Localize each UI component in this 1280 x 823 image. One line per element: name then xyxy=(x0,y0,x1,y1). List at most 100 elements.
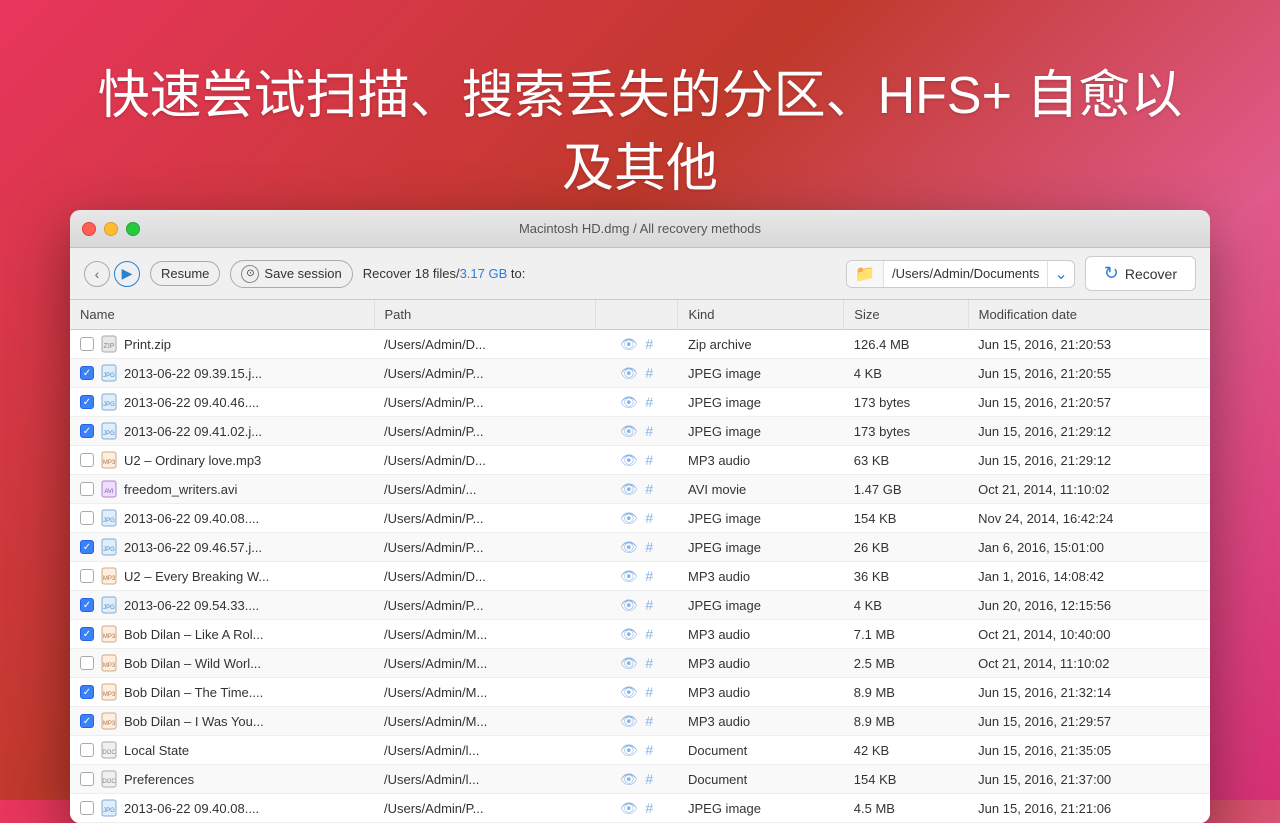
hash-icon[interactable]: # xyxy=(645,655,653,671)
cell-date: Oct 21, 2014, 11:10:02 xyxy=(968,649,1210,678)
preview-icon[interactable]: 👁 xyxy=(620,597,638,613)
row-checkbox[interactable] xyxy=(80,337,94,351)
row-checkbox[interactable]: ✓ xyxy=(80,366,94,380)
table-row: DOC Preferences /Users/Admin/l... 👁 # Do… xyxy=(70,765,1210,794)
file-name: 2013-06-22 09.40.08.... xyxy=(124,511,259,526)
preview-icon[interactable]: 👁 xyxy=(620,713,638,729)
preview-icon[interactable]: 👁 xyxy=(620,510,638,526)
hash-icon[interactable]: # xyxy=(645,423,653,439)
hash-icon[interactable]: # xyxy=(645,452,653,468)
save-session-button[interactable]: ⊙ Save session xyxy=(230,260,352,288)
preview-icon[interactable]: 👁 xyxy=(620,423,638,439)
preview-icon[interactable]: 👁 xyxy=(620,626,638,642)
cell-date: Jun 15, 2016, 21:29:12 xyxy=(968,446,1210,475)
preview-icon[interactable]: 👁 xyxy=(620,684,638,700)
close-button[interactable] xyxy=(82,222,96,236)
cell-kind: MP3 audio xyxy=(678,707,844,736)
back-button[interactable]: ‹ xyxy=(84,261,110,287)
hash-icon[interactable]: # xyxy=(645,510,653,526)
save-label: Save session xyxy=(264,266,341,281)
row-checkbox[interactable]: ✓ xyxy=(80,598,94,612)
file-name: Bob Dilan – Like A Rol... xyxy=(124,627,263,642)
recover-button[interactable]: ↻ Recover xyxy=(1085,256,1196,291)
cell-kind: MP3 audio xyxy=(678,562,844,591)
row-checkbox[interactable]: ✓ xyxy=(80,540,94,554)
cell-name: ✓ MP3 Bob Dilan – The Time.... xyxy=(70,678,374,707)
row-checkbox[interactable]: ✓ xyxy=(80,685,94,699)
hash-icon[interactable]: # xyxy=(645,481,653,497)
file-name: U2 – Ordinary love.mp3 xyxy=(124,453,261,468)
table-row: ✓ JPG 2013-06-22 09.39.15.j... /Users/Ad… xyxy=(70,359,1210,388)
hash-icon[interactable]: # xyxy=(645,800,653,816)
row-checkbox[interactable] xyxy=(80,482,94,496)
hash-icon[interactable]: # xyxy=(645,626,653,642)
row-checkbox[interactable]: ✓ xyxy=(80,424,94,438)
minimize-button[interactable] xyxy=(104,222,118,236)
cell-size: 4 KB xyxy=(844,591,968,620)
cell-path: /Users/Admin/D... xyxy=(374,562,595,591)
path-dropdown-button[interactable]: ⌄ xyxy=(1047,261,1073,287)
hash-icon[interactable]: # xyxy=(645,742,653,758)
cell-kind: Document xyxy=(678,765,844,794)
cell-size: 36 KB xyxy=(844,562,968,591)
maximize-button[interactable] xyxy=(126,222,140,236)
cell-date: Jan 1, 2016, 14:08:42 xyxy=(968,562,1210,591)
hash-icon[interactable]: # xyxy=(645,771,653,787)
preview-icon[interactable]: 👁 xyxy=(620,568,638,584)
preview-icon[interactable]: 👁 xyxy=(620,742,638,758)
cell-date: Nov 24, 2014, 16:42:24 xyxy=(968,504,1210,533)
row-checkbox[interactable]: ✓ xyxy=(80,714,94,728)
cell-path: /Users/Admin/M... xyxy=(374,707,595,736)
cell-date: Jun 20, 2016, 12:15:56 xyxy=(968,591,1210,620)
hash-icon[interactable]: # xyxy=(645,684,653,700)
hash-icon[interactable]: # xyxy=(645,568,653,584)
preview-icon[interactable]: 👁 xyxy=(620,452,638,468)
row-checkbox[interactable]: ✓ xyxy=(80,395,94,409)
cell-actions: 👁 # xyxy=(595,649,678,678)
resume-button[interactable]: Resume xyxy=(150,261,220,286)
cell-name: JPG 2013-06-22 09.40.08.... xyxy=(70,504,374,533)
preview-icon[interactable]: 👁 xyxy=(620,394,638,410)
row-checkbox[interactable] xyxy=(80,656,94,670)
file-name: 2013-06-22 09.39.15.j... xyxy=(124,366,262,381)
row-checkbox[interactable] xyxy=(80,801,94,815)
play-button[interactable]: ▶ xyxy=(114,261,140,287)
cell-path: /Users/Admin/... xyxy=(374,475,595,504)
preview-icon[interactable]: 👁 xyxy=(620,539,638,555)
file-table-body: ZIP Print.zip /Users/Admin/D... 👁 # Zip … xyxy=(70,330,1210,823)
preview-icon[interactable]: 👁 xyxy=(620,771,638,787)
cell-kind: JPEG image xyxy=(678,504,844,533)
cell-actions: 👁 # xyxy=(595,330,678,359)
cell-date: Oct 21, 2014, 10:40:00 xyxy=(968,620,1210,649)
preview-icon[interactable]: 👁 xyxy=(620,365,638,381)
cell-size: 8.9 MB xyxy=(844,707,968,736)
cell-kind: Zip archive xyxy=(678,330,844,359)
preview-icon[interactable]: 👁 xyxy=(620,800,638,816)
table-row: ✓ MP3 Bob Dilan – Like A Rol... /Users/A… xyxy=(70,620,1210,649)
cell-path: /Users/Admin/M... xyxy=(374,649,595,678)
row-checkbox[interactable] xyxy=(80,453,94,467)
hash-icon[interactable]: # xyxy=(645,394,653,410)
hash-icon[interactable]: # xyxy=(645,597,653,613)
svg-text:MP3: MP3 xyxy=(103,663,116,669)
file-name: Bob Dilan – I Was You... xyxy=(124,714,264,729)
cell-path: /Users/Admin/P... xyxy=(374,533,595,562)
preview-icon[interactable]: 👁 xyxy=(620,481,638,497)
preview-icon[interactable]: 👁 xyxy=(620,655,638,671)
hero-title: 快速尝试扫描、搜索丢失的分区、HFS+ 自愈以及其他 xyxy=(80,60,1200,206)
hash-icon[interactable]: # xyxy=(645,713,653,729)
cell-actions: 👁 # xyxy=(595,504,678,533)
hash-icon[interactable]: # xyxy=(645,539,653,555)
preview-icon[interactable]: 👁 xyxy=(620,336,638,352)
row-checkbox[interactable] xyxy=(80,743,94,757)
cell-actions: 👁 # xyxy=(595,765,678,794)
row-checkbox[interactable] xyxy=(80,569,94,583)
path-bar[interactable]: 📁 /Users/Admin/Documents ⌄ xyxy=(846,260,1075,288)
cell-actions: 👁 # xyxy=(595,736,678,765)
row-checkbox[interactable] xyxy=(80,772,94,786)
file-type-icon: JPG xyxy=(100,393,118,411)
hash-icon[interactable]: # xyxy=(645,336,653,352)
hash-icon[interactable]: # xyxy=(645,365,653,381)
row-checkbox[interactable]: ✓ xyxy=(80,627,94,641)
row-checkbox[interactable] xyxy=(80,511,94,525)
